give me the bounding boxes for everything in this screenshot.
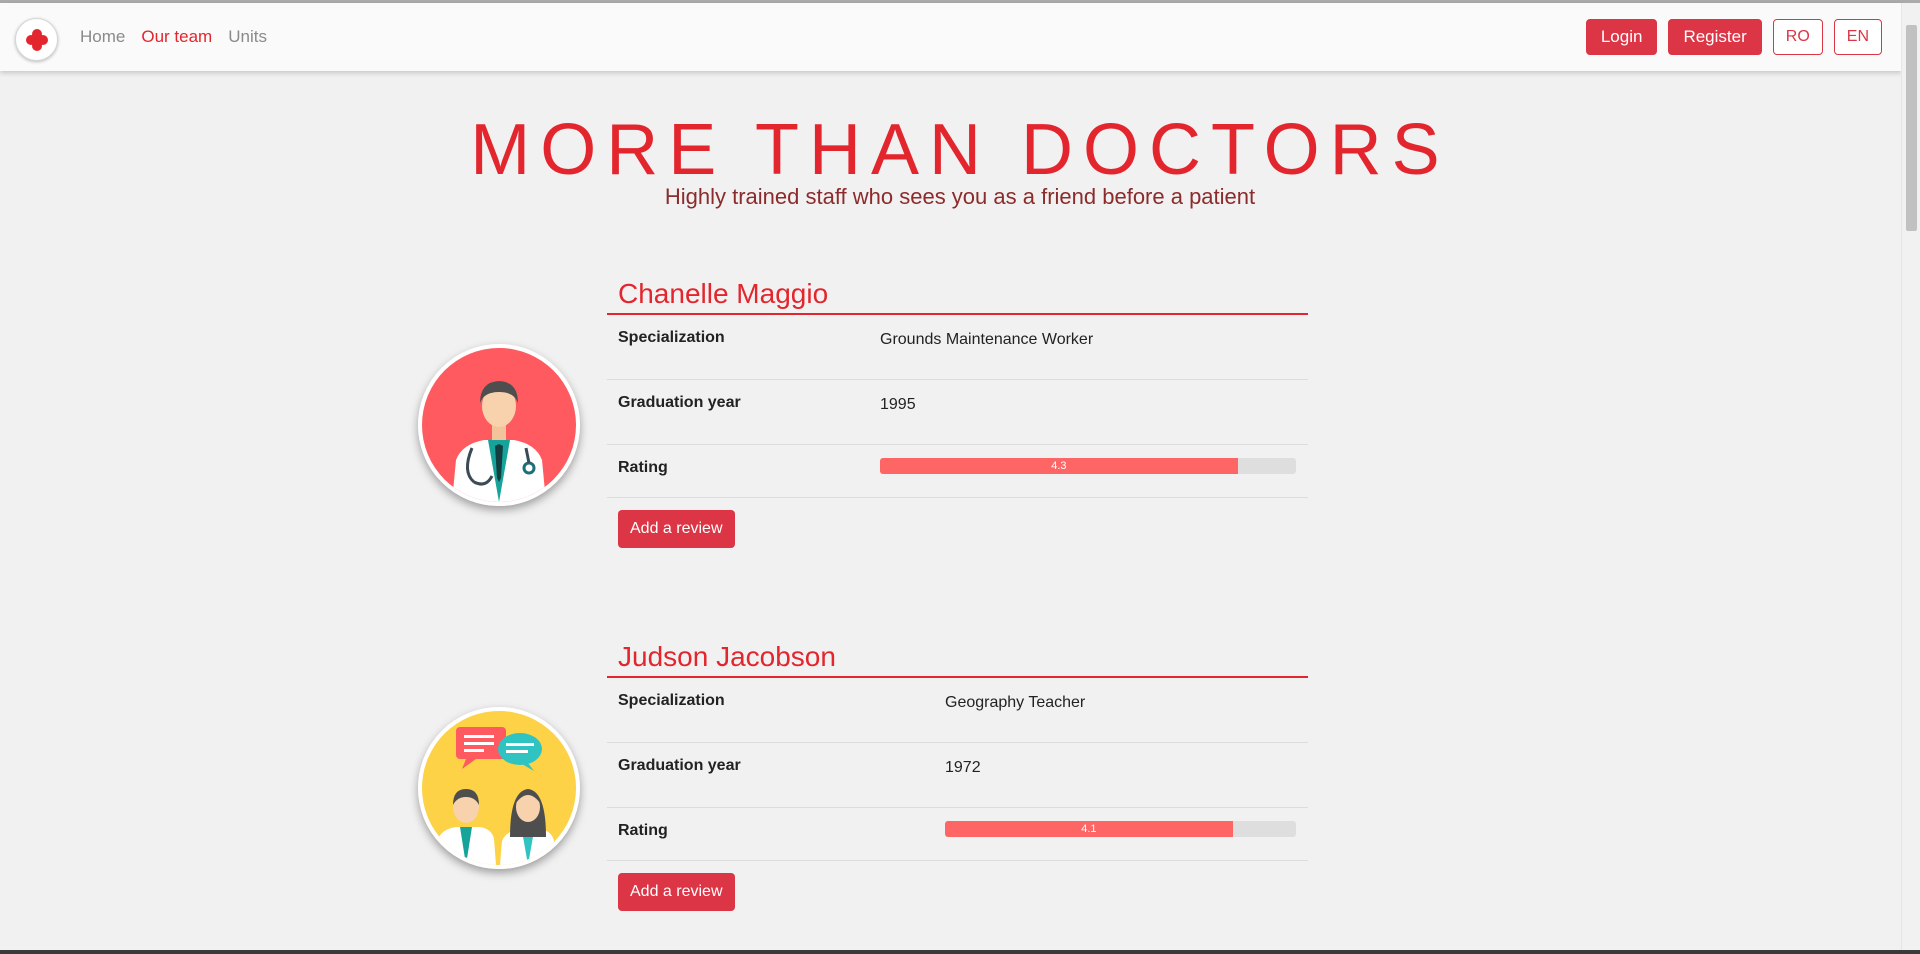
nav-link-home[interactable]: Home xyxy=(80,27,125,47)
add-review-button[interactable]: Add a review xyxy=(618,873,735,911)
row-divider xyxy=(607,742,1308,743)
rating-progress-fill: 4.3 xyxy=(880,458,1238,474)
top-navbar: Home Our team Units Login Register RO EN xyxy=(0,3,1902,71)
window-bottom-border xyxy=(0,950,1920,954)
page-title: MORE THAN DOCTORS xyxy=(470,110,1450,190)
rating-label: Rating xyxy=(618,459,668,476)
graduation-year-value: 1995 xyxy=(880,396,916,413)
doctor-name: Chanelle Maggio xyxy=(618,278,829,309)
add-review-button[interactable]: Add a review xyxy=(618,510,735,548)
doctor-man-icon xyxy=(418,344,580,506)
doctor-name: Judson Jacobson xyxy=(618,641,836,672)
name-divider xyxy=(607,313,1308,315)
rating-progress-bar: 4.1 xyxy=(945,821,1296,837)
scrollbar-thumb[interactable] xyxy=(1906,25,1917,231)
nav-actions: Login Register RO EN xyxy=(1585,19,1882,55)
graduation-year-label: Graduation year xyxy=(618,394,741,411)
language-en-button[interactable]: EN xyxy=(1833,19,1882,55)
doctor-card: Chanelle Maggio Specialization Grounds M… xyxy=(0,268,1920,568)
language-ro-button[interactable]: RO xyxy=(1772,19,1823,55)
rating-progress-fill: 4.1 xyxy=(945,821,1233,837)
row-divider xyxy=(607,444,1308,445)
graduation-year-label: Graduation year xyxy=(618,757,741,774)
row-divider xyxy=(607,807,1308,808)
nav-link-our-team[interactable]: Our team xyxy=(141,27,212,47)
rating-label: Rating xyxy=(618,822,668,839)
graduation-year-value: 1972 xyxy=(945,759,981,776)
vertical-scrollbar[interactable] xyxy=(1901,3,1920,950)
specialization-label: Specialization xyxy=(618,692,725,709)
register-button[interactable]: Register xyxy=(1668,19,1762,55)
nav-link-units[interactable]: Units xyxy=(228,27,267,47)
doctors-chat-icon xyxy=(418,707,580,869)
nav-links: Home Our team Units xyxy=(80,27,267,47)
doctor-card: Judson Jacobson Specialization Geography… xyxy=(0,631,1920,931)
row-divider xyxy=(607,497,1308,498)
logo-cross-icon[interactable] xyxy=(15,18,58,61)
rating-progress-bar: 4.3 xyxy=(880,458,1296,474)
specialization-label: Specialization xyxy=(618,329,725,346)
login-button[interactable]: Login xyxy=(1585,19,1658,55)
name-divider xyxy=(607,676,1308,678)
specialization-value: Grounds Maintenance Worker xyxy=(880,331,1094,348)
specialization-value: Geography Teacher xyxy=(945,694,1086,711)
row-divider xyxy=(607,860,1308,861)
row-divider xyxy=(607,379,1308,380)
page-subtitle: Highly trained staff who sees you as a f… xyxy=(664,184,1256,209)
